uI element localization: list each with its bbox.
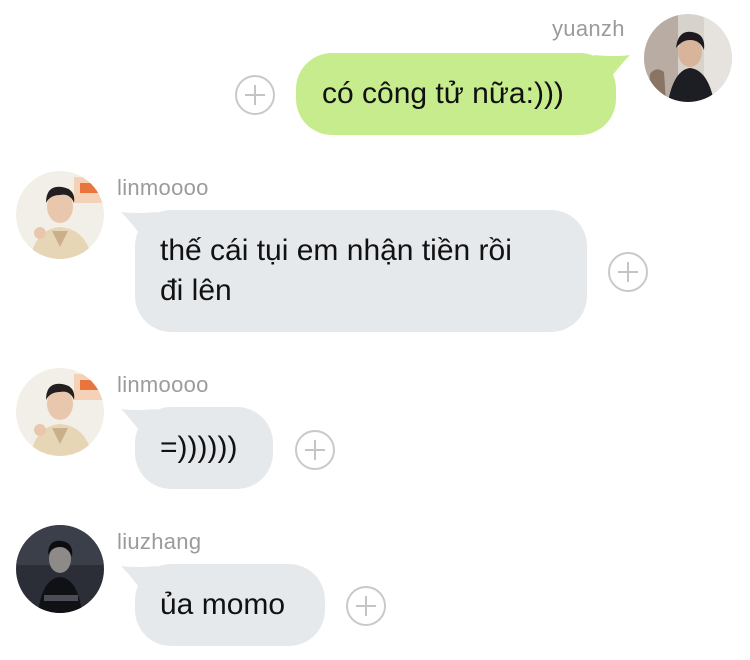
plus-circle-icon[interactable] — [295, 430, 335, 470]
bubble-tail — [594, 55, 630, 81]
message-bubble[interactable]: ủa momo — [121, 564, 325, 646]
avatar-yuanzh[interactable] — [644, 14, 732, 102]
plus-circle-icon[interactable] — [608, 252, 648, 292]
plus-circle-icon[interactable] — [346, 586, 386, 626]
sender-name: linmoooo — [117, 372, 209, 397]
sender-name: liuzhang — [117, 529, 202, 554]
avatar-linmoooo-image — [16, 368, 104, 456]
avatar-linmoooo[interactable] — [16, 171, 104, 259]
bubble-tail — [121, 566, 157, 592]
avatar-liuzhang-image — [16, 525, 104, 613]
message-text: ủa momo — [160, 588, 286, 621]
avatar-liuzhang[interactable] — [16, 525, 104, 613]
plus-circle-icon[interactable] — [235, 75, 275, 115]
message-bubble[interactable]: =)))))) — [121, 407, 273, 489]
message-bubble[interactable]: có công tử nữa:))) — [296, 53, 630, 135]
message-bubble[interactable]: thế cái tụi em nhận tiền rồi đi lên — [121, 210, 587, 332]
avatar-linmoooo-image — [16, 171, 104, 259]
avatar-linmoooo[interactable] — [16, 368, 104, 456]
message-text: có công tử nữa:))) — [322, 77, 564, 110]
message-text: =)))))) — [160, 431, 238, 464]
message-text-line-1: thế cái tụi em nhận tiền rồi — [160, 234, 512, 267]
avatar-yuanzh-image — [644, 14, 732, 102]
bubble-tail — [121, 409, 157, 435]
sender-name: yuanzh — [552, 16, 625, 41]
message-text-line-2: đi lên — [160, 274, 232, 307]
sender-name: linmoooo — [117, 175, 209, 200]
bubble-tail — [121, 212, 157, 238]
